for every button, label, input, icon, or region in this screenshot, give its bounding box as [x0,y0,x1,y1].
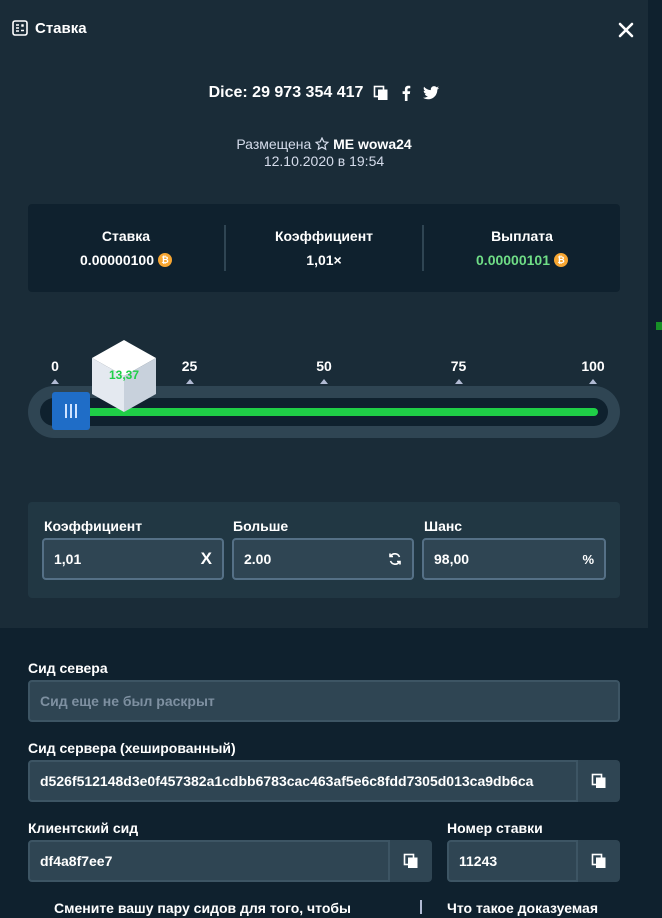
slider-tick-label: 50 [316,358,332,374]
stat-multiplier-label: Коэффициент [274,228,374,244]
modal-header: Ставка [12,16,87,40]
copy-id-button[interactable] [373,85,389,101]
client-seed-value: df4a8f7ee7 [40,853,113,869]
hashed-seed-label: Сид сервера (хешированный) [28,740,236,756]
percent-icon: % [582,551,594,567]
chance-value: 98,00 [434,551,470,567]
bet-stats: Ставка 0.00000100 ₿ Коэффициент 1,01× Вып… [28,204,620,292]
server-seed-label: Сид севера [28,660,108,676]
copy-nonce-button[interactable] [578,840,620,882]
param-rollover-label: Больше [233,518,289,534]
server-seed-placeholder: Сид еще не был раскрыт [40,693,215,709]
stat-payout: Выплата 0.00000101 ₿ [424,228,620,268]
share-twitter-button[interactable] [423,86,440,100]
slider-tick-mark [454,379,463,384]
rollover-value: 2.00 [244,551,272,567]
divider [420,900,422,914]
game-id-row: Dice: 29 973 354 417 [0,84,648,102]
stat-multiplier-value: 1,01× [306,252,342,268]
hashed-seed-field[interactable]: d526f512148d3e0f457382a1cdbb6783cac463af… [28,760,578,802]
provably-fair-link[interactable]: Что такое доказуемая [447,900,598,916]
star-icon [314,136,330,151]
copy-icon [591,853,606,868]
multiplier-field[interactable]: 1,01 X [42,538,224,580]
slider-tick-mark [320,379,328,384]
placed-prefix: Размещена [236,136,312,152]
bitcoin-icon: ₿ [553,253,568,267]
copy-client-seed-button[interactable] [390,840,432,882]
slider-tick-mark [51,379,59,384]
facebook-icon [402,85,411,101]
bet-params: Коэффициент 1,01 X Больше 2.00 Шанс 98,0… [28,502,620,598]
stat-payout-value: 0.00000101 [476,252,550,268]
nonce-label: Номер ставки [447,820,543,836]
multiplier-x-icon: X [200,549,212,568]
param-multiplier-label: Коэффициент [44,518,143,534]
slider-handle[interactable] [52,392,90,430]
client-seed-label: Клиентский сид [28,820,139,836]
bitcoin-icon: ₿ [157,253,172,267]
slider-tick-label: 75 [450,358,467,374]
copy-icon [591,773,606,788]
slider-tick-mark [185,379,194,384]
roll-result: 13,37 [108,368,140,382]
refresh-icon[interactable] [388,552,402,566]
game-id: Dice: 29 973 354 417 [208,84,364,101]
copy-hashed-seed-button[interactable] [578,760,620,802]
hashed-seed-value: d526f512148d3e0f457382a1cdbb6783cac463af… [40,773,534,789]
rollover-field[interactable]: 2.00 [232,538,414,580]
close-icon[interactable] [616,20,636,40]
slider-tick-label: 0 [51,358,59,374]
copy-icon [374,85,388,100]
share-facebook-button[interactable] [399,85,413,101]
placed-user[interactable]: ME wowa24 [333,136,412,152]
stat-bet-value: 0.00000100 [80,252,154,268]
twitter-icon [423,86,440,100]
slider-win-zone [82,408,598,416]
slider-tick-label: 25 [181,358,198,374]
client-seed-field[interactable]: df4a8f7ee7 [28,840,390,882]
nonce-value: 11243 [459,853,498,869]
stat-bet: Ставка 0.00000100 ₿ [28,228,224,268]
slider-tick-label: 100 [581,358,605,374]
server-seed-field[interactable]: Сид еще не был раскрыт [28,680,620,722]
slider-tick-mark [589,379,597,384]
stat-bet-label: Ставка [101,228,151,244]
stat-multiplier: Коэффициент 1,01× [226,228,422,268]
dice-sheet-icon [12,20,28,36]
placed-info: Размещена ME wowa24 12.10.2020 в 19:54 [0,136,648,170]
change-seed-link[interactable]: Смените вашу пару сидов для того, чтобы [54,900,351,916]
multiplier-value: 1,01 [54,551,82,567]
placed-datetime: 12.10.2020 в 19:54 [263,153,385,169]
chance-field[interactable]: 98,00 % [422,538,606,580]
nonce-field[interactable]: 11243 [447,840,578,882]
bet-modal: Ставка Dice: 29 973 354 417 Размещена ME… [0,0,648,918]
background-right [648,0,662,918]
stat-payout-label: Выплата [491,228,553,244]
copy-icon [403,853,418,868]
param-chance-label: Шанс [424,518,463,534]
modal-title: Ставка [35,19,87,37]
